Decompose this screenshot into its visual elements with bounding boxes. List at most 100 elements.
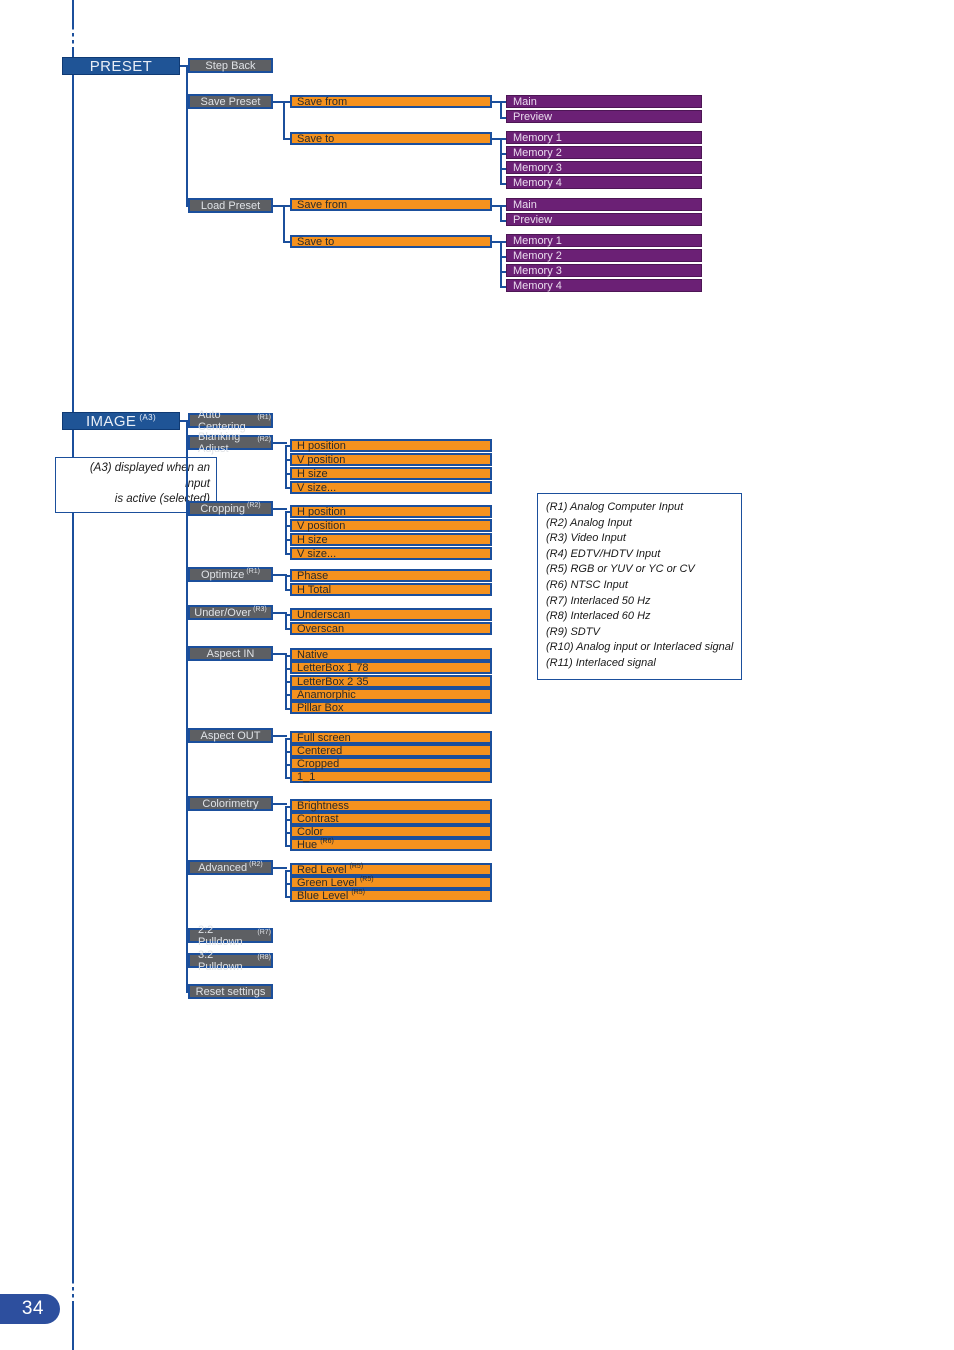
option-aspectout-centered-label: Centered [297,744,343,757]
option-aspectout-cropped[interactable]: Cropped [290,757,492,770]
option-cropping-v-position-label: V position [297,519,346,532]
menu-item-cropping[interactable]: Cropping (R2) [188,501,273,516]
option-aspectin-native-label: Native [297,648,329,661]
menu-item-pulldown-22-sup: (R7) [257,929,271,936]
menu-item-advanced[interactable]: Advanced (R2) [188,860,273,875]
option-lp-savefrom-main[interactable]: Main [506,198,702,211]
option-lp-saveto-memory-3[interactable]: Memory 3 [506,264,702,277]
option-optimize-phase[interactable]: Phase [290,569,492,582]
menu-item-optimize[interactable]: Optimize (R1) [188,567,273,582]
menu-item-save-preset[interactable]: Save Preset [188,94,273,109]
option-blanking-v-size-label: V size... [297,481,337,494]
option-sp-saveto-memory-1[interactable]: Memory 1 [506,131,702,144]
menu-item-colorimetry-label: Colorimetry [202,797,259,810]
margin-rule-dotted-bottom [72,1280,74,1302]
option-load-preset-save-to[interactable]: Save to [290,235,492,248]
option-aspectout-cropped-label: Cropped [297,757,340,770]
menu-item-pulldown-32-label: 3:2 Pulldown [198,948,243,973]
section-header-preset[interactable]: PRESET [62,57,180,75]
menu-item-save-preset-label: Save Preset [200,95,261,108]
option-cropping-v-size[interactable]: V size... [290,547,492,560]
option-blanking-h-size[interactable]: H size [290,467,492,480]
option-save-preset-save-from[interactable]: Save from [290,95,492,108]
option-blanking-v-position[interactable]: V position [290,453,492,466]
option-sp-saveto-memory-4[interactable]: Memory 4 [506,176,702,189]
menu-item-under-over[interactable]: Under/Over (R3) [188,605,273,620]
option-blanking-v-position-label: V position [297,453,346,466]
option-cropping-v-size-label: V size... [297,547,337,560]
option-colorimetry-brightness[interactable]: Brightness [290,799,492,812]
option-colorimetry-color[interactable]: Color [290,825,492,838]
legend-entry-r10: (R10) Analog input or Interlaced signal [546,641,734,654]
option-lp-savefrom-main-label: Main [513,198,537,211]
option-cropping-h-position[interactable]: H position [290,505,492,518]
margin-rule-bottom [72,1302,74,1350]
option-aspectout-one-one[interactable]: 1_1 [290,770,492,783]
legend-entry-r2: (R2) Analog Input [546,516,632,529]
menu-item-advanced-label: Advanced [198,861,248,874]
connector-sp-saveto-trunk [500,138,502,183]
option-advanced-red-level[interactable]: Red Level (R5) [290,863,492,876]
option-advanced-blue-level[interactable]: Blue Level (R5) [290,889,492,902]
option-sp-saveto-memory-4-label: Memory 4 [513,176,562,189]
menu-item-auto-centering-label: Auto Centering [198,408,246,433]
option-colorimetry-hue-label: Hue [297,838,318,851]
menu-item-blanking-adjust[interactable]: Blanking Adjust (R2) [188,431,273,455]
option-cropping-h-size[interactable]: H size [290,533,492,546]
legend-entry-r1: (R1) Analog Computer Input [546,501,684,513]
option-lp-saveto-memory-1[interactable]: Memory 1 [506,234,702,247]
option-aspectout-full-screen[interactable]: Full screen [290,731,492,744]
option-sp-saveto-memory-2[interactable]: Memory 2 [506,146,702,159]
menu-item-pulldown-32[interactable]: 3:2 Pulldown (R8) [188,949,273,973]
option-aspectin-letterbox-2[interactable]: LetterBox 2 35 [290,675,492,688]
option-underover-underscan[interactable]: Underscan [290,608,492,621]
option-lp-saveto-memory-2[interactable]: Memory 2 [506,249,702,262]
option-cropping-v-position[interactable]: V position [290,519,492,532]
option-aspectout-centered[interactable]: Centered [290,744,492,757]
option-save-preset-save-to[interactable]: Save to [290,132,492,145]
option-aspectin-anamorphic[interactable]: Anamorphic [290,688,492,701]
menu-item-step-back-label: Step Back [205,59,256,72]
menu-item-step-back[interactable]: Step Back [188,58,273,73]
option-colorimetry-hue[interactable]: Hue (R6) [290,838,492,851]
menu-item-cropping-label: Cropping [200,502,245,515]
option-save-preset-save-from-label: Save from [297,95,348,108]
option-lp-saveto-memory-4[interactable]: Memory 4 [506,279,702,292]
option-load-preset-save-from[interactable]: Save from [290,198,492,211]
section-header-image[interactable]: IMAGE (A3) [62,412,180,430]
menu-item-colorimetry[interactable]: Colorimetry [188,796,273,811]
menu-item-cropping-sup: (R2) [247,502,261,509]
option-aspectin-pillar-box[interactable]: Pillar Box [290,701,492,714]
menu-item-under-over-sup: (R3) [253,606,267,613]
option-aspectin-native[interactable]: Native [290,648,492,661]
menu-item-blanking-adjust-sup: (R2) [257,436,271,443]
option-optimize-h-total[interactable]: H Total [290,583,492,596]
option-sp-saveto-memory-3[interactable]: Memory 3 [506,161,702,174]
menu-item-pulldown-22[interactable]: 2:2 Pulldown (R7) [188,924,273,948]
menu-item-load-preset[interactable]: Load Preset [188,198,273,213]
menu-item-aspect-in[interactable]: Aspect IN [188,646,273,661]
option-aspectin-letterbox-1-label: LetterBox 1 78 [297,661,369,674]
option-aspectin-letterbox-2-label: LetterBox 2 35 [297,675,369,688]
option-colorimetry-brightness-label: Brightness [297,799,349,812]
option-sp-savefrom-preview[interactable]: Preview [506,110,702,123]
option-lp-saveto-memory-1-label: Memory 1 [513,234,562,247]
option-sp-savefrom-main[interactable]: Main [506,95,702,108]
connector-blanking-out [273,442,287,444]
menu-item-auto-centering[interactable]: Auto Centering (R1) [188,409,273,433]
option-blanking-v-size[interactable]: V size... [290,481,492,494]
menu-item-reset-settings[interactable]: Reset settings [188,984,273,999]
option-aspectin-letterbox-1[interactable]: LetterBox 1 78 [290,661,492,674]
legend-entry-r11: (R11) Interlaced signal [546,657,656,670]
option-advanced-green-level[interactable]: Green Level (R5) [290,876,492,889]
option-underover-overscan[interactable]: Overscan [290,622,492,635]
option-lp-savefrom-preview[interactable]: Preview [506,213,702,226]
option-colorimetry-contrast[interactable]: Contrast [290,812,492,825]
legend-entry-r5: (R5) RGB or YUV or YC or CV [546,563,695,576]
menu-item-aspect-out[interactable]: Aspect OUT [188,728,273,743]
connector-lp-saveto-trunk [500,241,502,286]
connector-blanking-trunk [285,445,287,487]
option-advanced-blue-level-label: Blue Level [297,889,349,902]
option-blanking-h-position[interactable]: H position [290,439,492,452]
option-advanced-red-level-label: Red Level [297,863,347,876]
